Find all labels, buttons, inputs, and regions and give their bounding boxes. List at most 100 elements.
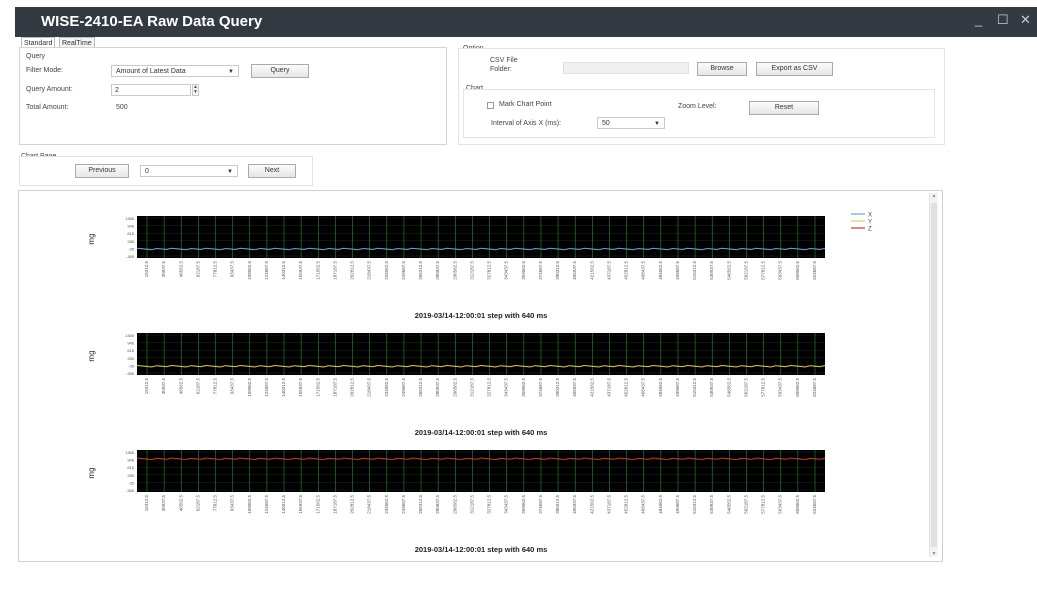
x-axis-label: 2019-03/14-12:00:01 step with 640 ms [415, 311, 548, 320]
interval-select[interactable]: 50 ▼ [597, 117, 665, 129]
query-amount-stepper[interactable]: ▲ ▼ [192, 84, 199, 96]
mark-chart-point-label: Mark Chart Point [499, 101, 552, 108]
export-csv-button[interactable]: Export as CSV [756, 62, 833, 76]
previous-button[interactable]: Previous [75, 164, 129, 178]
x-tick-label: 452812.5 [624, 495, 629, 514]
x-tick-label: 46562.5 [178, 495, 183, 512]
filter-mode-label: Filter Mode: [26, 67, 63, 74]
close-icon[interactable]: ✕ [1020, 12, 1031, 28]
y-tick-label: 946 [127, 458, 134, 463]
x-tick-label: 484062.5 [658, 378, 663, 397]
total-amount-value: 500 [116, 104, 128, 111]
scroll-down-icon[interactable]: ▼ [930, 551, 938, 557]
x-tick-label: 93437.5 [230, 495, 235, 512]
y-tick-label: -35 [128, 246, 135, 251]
y-tick-label: 946 [127, 341, 134, 346]
x-tick-label: 546562.5 [726, 261, 731, 280]
x-tick-label: 15312.5 [144, 378, 149, 395]
query-group [19, 47, 447, 145]
x-tick-label: 624687.5 [812, 261, 817, 280]
zoom-level-label: Zoom Level: [678, 103, 717, 110]
x-tick-label: 124687.5 [264, 378, 269, 397]
chart-scrollbar[interactable]: ▲ ▼ [929, 193, 938, 557]
x-tick-label: 577812.5 [761, 378, 766, 397]
x-tick-label: 390312.5 [555, 378, 560, 397]
legend-label-x: X [868, 213, 872, 219]
x-tick-label: 77812.5 [213, 261, 218, 278]
legend-label-z: Z [868, 227, 872, 233]
x-tick-label: 296562.5 [452, 495, 457, 514]
x-tick-label: 30937.5 [161, 261, 166, 278]
y-tick-label: -385 [126, 371, 135, 376]
x-tick-label: 359062.5 [521, 495, 526, 514]
minimize-icon[interactable]: _ [975, 12, 982, 27]
x-tick-label: 234062.5 [384, 378, 389, 397]
x-tick-label: 468437.5 [641, 378, 646, 397]
x-tick-label: 327812.5 [487, 495, 492, 514]
mark-chart-point-checkbox[interactable] [487, 102, 494, 109]
scroll-up-icon[interactable]: ▲ [930, 193, 938, 199]
y-tick-label: 1365 [125, 450, 135, 455]
y-axis-label: mg [87, 350, 96, 361]
x-tick-label: 530937.5 [709, 495, 714, 514]
query-button[interactable]: Query [251, 64, 309, 78]
y-axis-label: mg [87, 467, 96, 478]
x-tick-label: 530937.5 [709, 261, 714, 280]
x-tick-label: 515312.5 [692, 378, 697, 397]
chevron-down-icon: ▼ [228, 69, 234, 75]
x-tick-label: 593437.5 [778, 378, 783, 397]
chevron-down-icon: ▼ [227, 169, 233, 175]
x-tick-label: 30937.5 [161, 495, 166, 512]
x-tick-label: 280937.5 [435, 378, 440, 397]
x-tick-label: 30937.5 [161, 378, 166, 395]
x-tick-label: 468437.5 [641, 495, 646, 514]
y-tick-label: 615 [127, 465, 134, 470]
next-button[interactable]: Next [248, 164, 296, 178]
chart-page-select[interactable]: 0 ▼ [140, 165, 238, 177]
x-tick-label: 359062.5 [521, 378, 526, 397]
plot-background [137, 450, 825, 492]
x-tick-label: 577812.5 [761, 495, 766, 514]
chart-scrollbar-thumb[interactable] [931, 203, 937, 547]
x-tick-label: 187187.5 [332, 261, 337, 280]
chart-group [463, 89, 935, 138]
chevron-down-icon: ▼ [654, 121, 660, 127]
reset-button[interactable]: Reset [749, 101, 819, 115]
x-tick-label: 405937.5 [572, 378, 577, 397]
query-amount-label: Query Amount: [26, 86, 73, 93]
main-panel: Standard RealTime Query Filter Mode: Amo… [15, 37, 1037, 562]
filter-mode-value: Amount of Latest Data [116, 68, 186, 75]
x-tick-label: 562187.5 [743, 495, 748, 514]
x-tick-label: 609062.5 [795, 495, 800, 514]
x-tick-label: 312187.5 [469, 495, 474, 514]
x-tick-label: 218437.5 [367, 495, 372, 514]
y-tick-label: 285 [127, 473, 134, 478]
y-tick-label: -35 [128, 480, 135, 485]
x-tick-label: 265312.5 [418, 261, 423, 280]
x-axis-label: 2019-03/14-12:00:01 step with 640 ms [415, 428, 548, 437]
x-tick-label: 93437.5 [230, 378, 235, 395]
x-tick-label: 280937.5 [435, 495, 440, 514]
x-tick-label: 343437.5 [504, 378, 509, 397]
x-tick-label: 124687.5 [264, 495, 269, 514]
plot-background [137, 216, 825, 258]
x-tick-label: 515312.5 [692, 495, 697, 514]
y-tick-label: 1365 [125, 216, 135, 221]
csv-folder-input[interactable] [563, 62, 689, 74]
x-tick-label: 155937.5 [298, 495, 303, 514]
x-tick-label: 124687.5 [264, 261, 269, 280]
y-tick-label: 285 [127, 239, 134, 244]
x-tick-label: 234062.5 [384, 495, 389, 514]
title-bar: WISE-2410-EA Raw Data Query _ ☐ ✕ [15, 7, 1037, 37]
query-amount-input[interactable]: 2 [111, 84, 191, 96]
x-tick-label: 499687.5 [675, 378, 680, 397]
y-axis-label: mg [87, 233, 96, 244]
x-tick-label: 218437.5 [367, 261, 372, 280]
maximize-icon[interactable]: ☐ [997, 12, 1009, 28]
x-tick-label: 374687.5 [538, 495, 543, 514]
browse-button[interactable]: Browse [697, 62, 747, 76]
x-tick-label: 515312.5 [692, 261, 697, 280]
query-group-label: Query [26, 53, 46, 60]
filter-mode-select[interactable]: Amount of Latest Data ▼ [111, 65, 239, 77]
window-title: WISE-2410-EA Raw Data Query [41, 13, 263, 30]
